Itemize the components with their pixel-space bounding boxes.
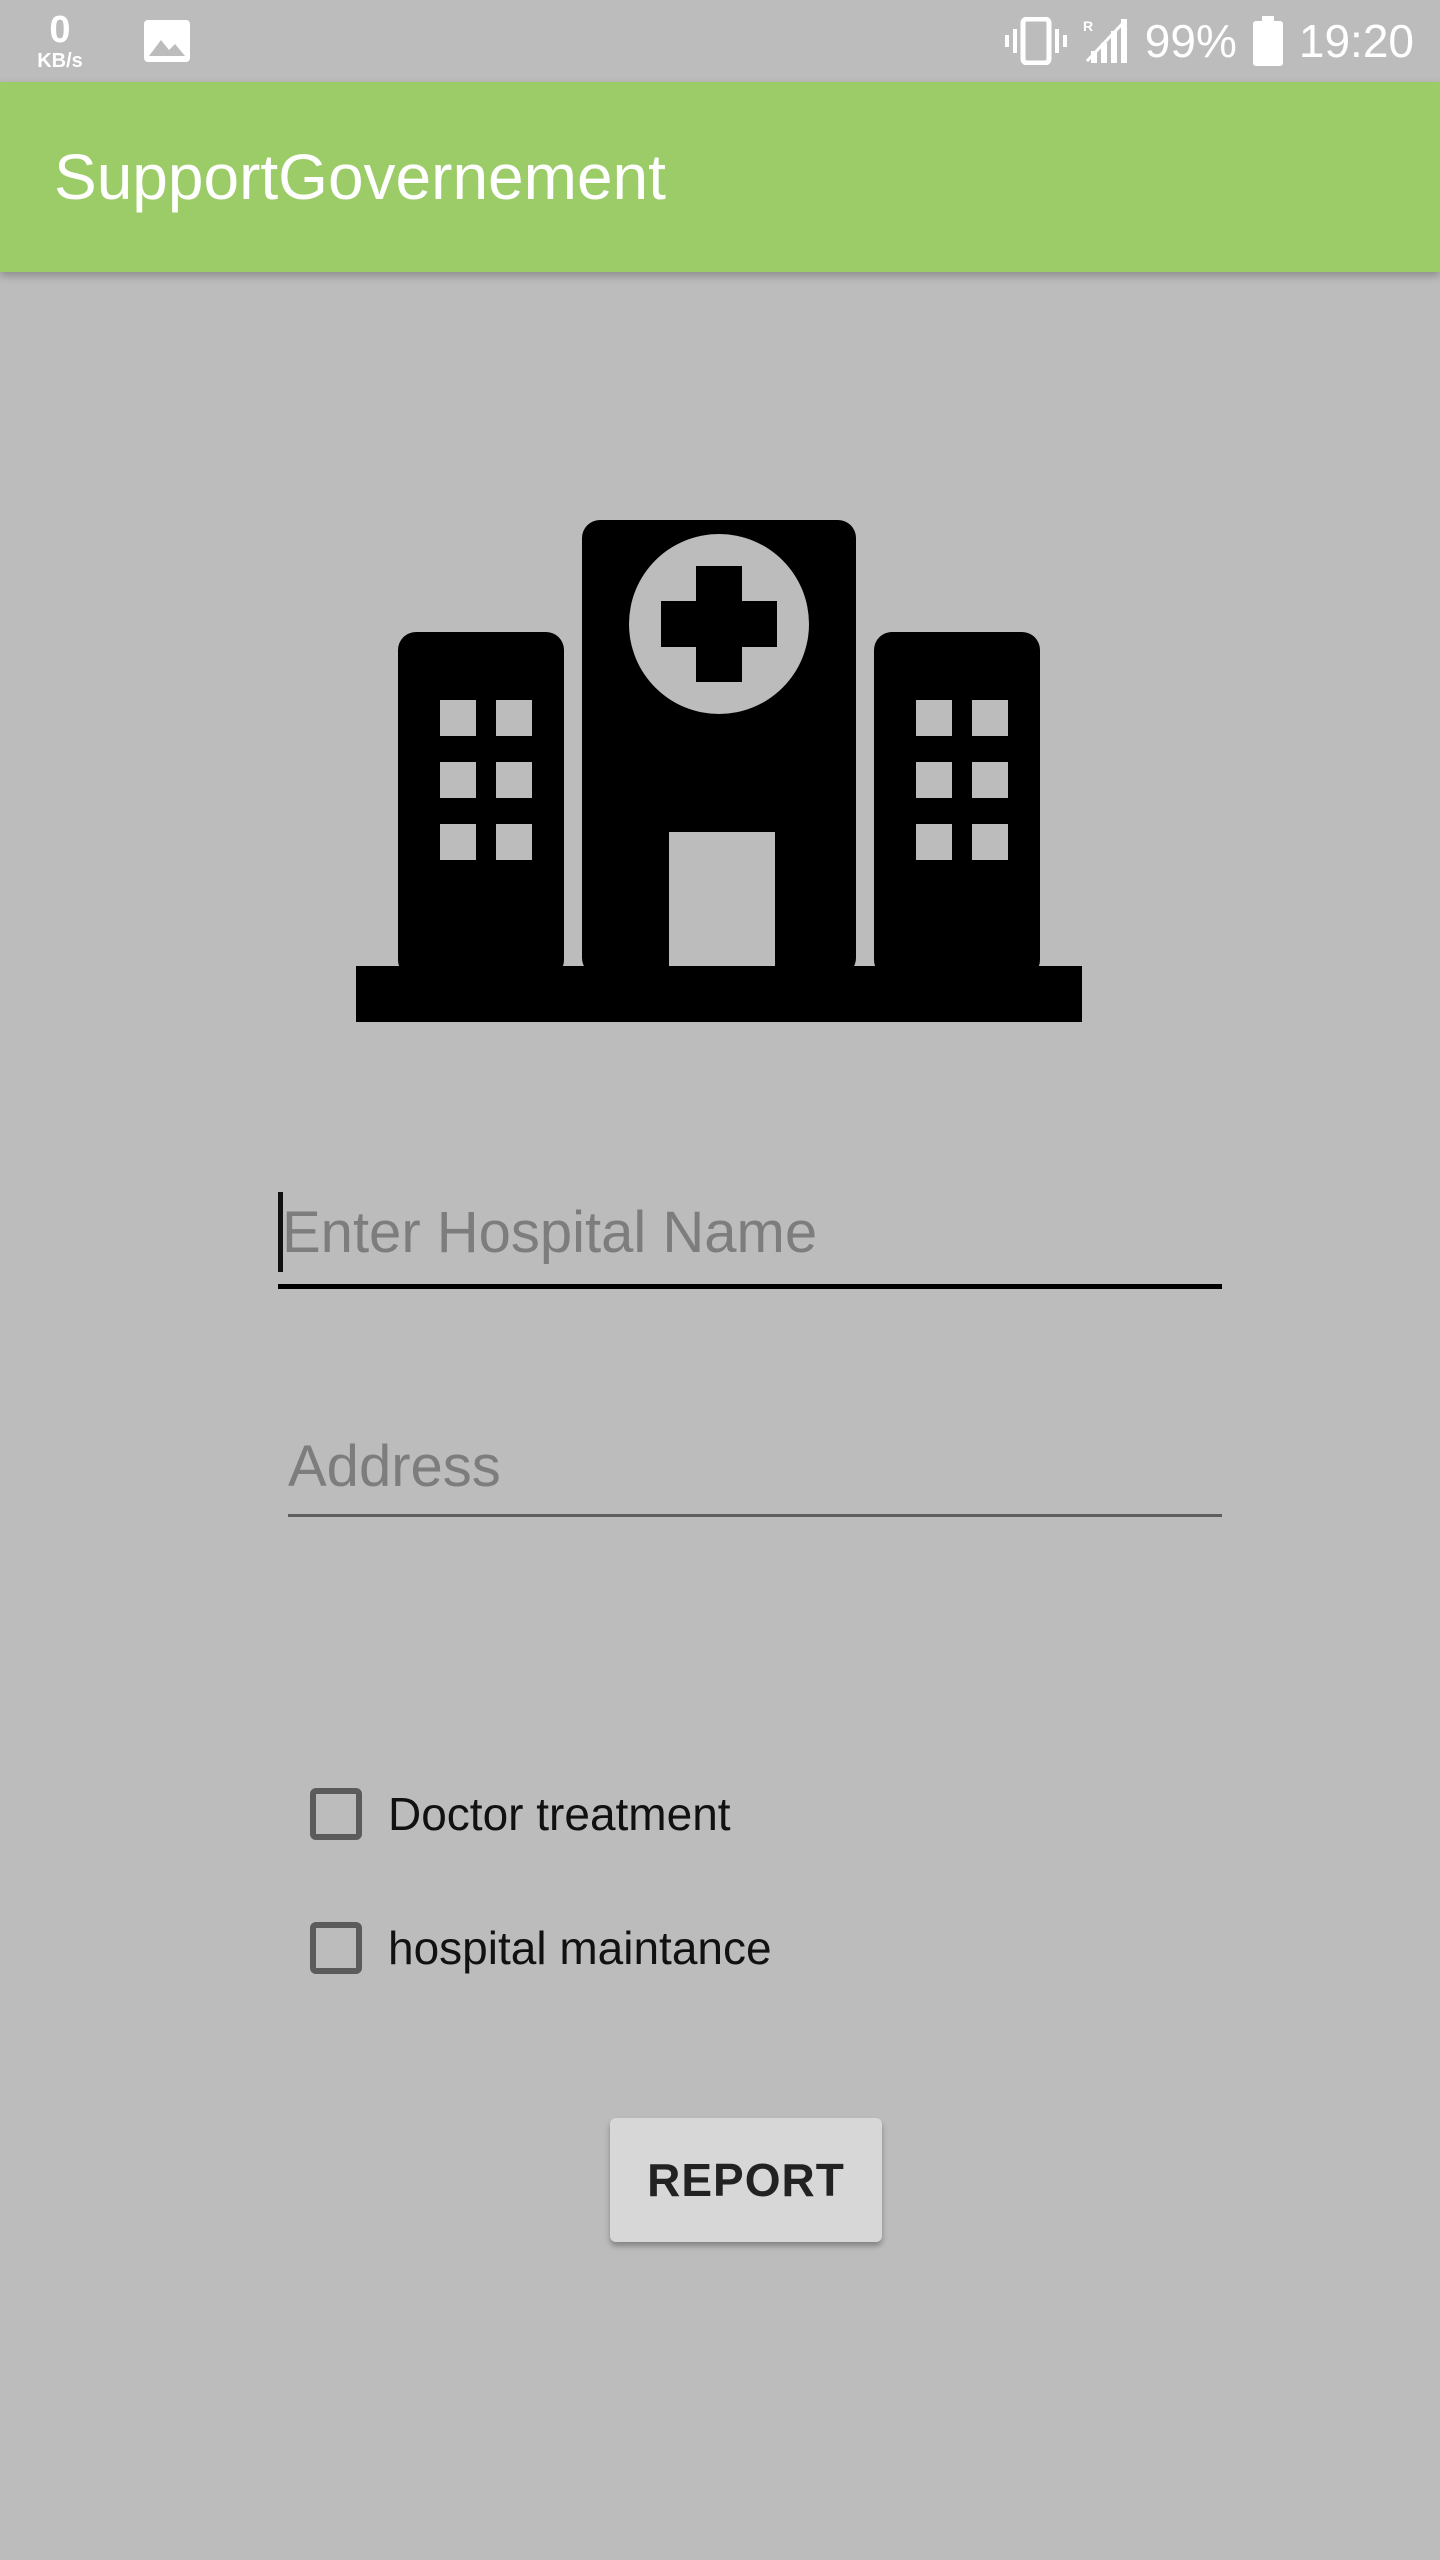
net-speed-unit: KB/s [37, 50, 83, 72]
status-bar: 0 KB/s R 99% 19:20 [0, 0, 1440, 82]
hospital-name-field[interactable] [278, 1180, 1222, 1289]
hospital-maintenance-checkbox[interactable]: hospital maintance [310, 1908, 772, 1988]
checkbox-box[interactable] [310, 1788, 362, 1840]
app-bar: SupportGovernement [0, 82, 1440, 272]
battery-percent: 99% [1144, 15, 1237, 67]
battery-icon [1252, 16, 1283, 66]
app-title: SupportGovernement [54, 141, 666, 213]
status-right: R 99% 19:20 [1004, 0, 1414, 82]
checkbox-box[interactable] [310, 1922, 362, 1974]
svg-text:R: R [1083, 18, 1093, 34]
image-icon [144, 20, 190, 62]
doctor-treatment-checkbox[interactable]: Doctor treatment [310, 1774, 731, 1854]
clock: 19:20 [1298, 15, 1414, 67]
net-speed-value: 0 [49, 9, 71, 51]
hospital-icon [356, 520, 1082, 1022]
address-field[interactable] [288, 1418, 1222, 1517]
hospital-name-input[interactable] [278, 1180, 1222, 1284]
signal-icon: R [1083, 17, 1129, 65]
checkbox-label: Doctor treatment [388, 1788, 731, 1840]
text-cursor [278, 1192, 283, 1272]
vibrate-icon [1004, 17, 1067, 65]
address-input[interactable] [288, 1418, 1222, 1514]
status-left: 0 KB/s [28, 8, 190, 74]
report-button[interactable]: REPORT [610, 2118, 882, 2242]
net-speed: 0 KB/s [28, 11, 92, 71]
checkbox-label: hospital maintance [388, 1922, 772, 1974]
